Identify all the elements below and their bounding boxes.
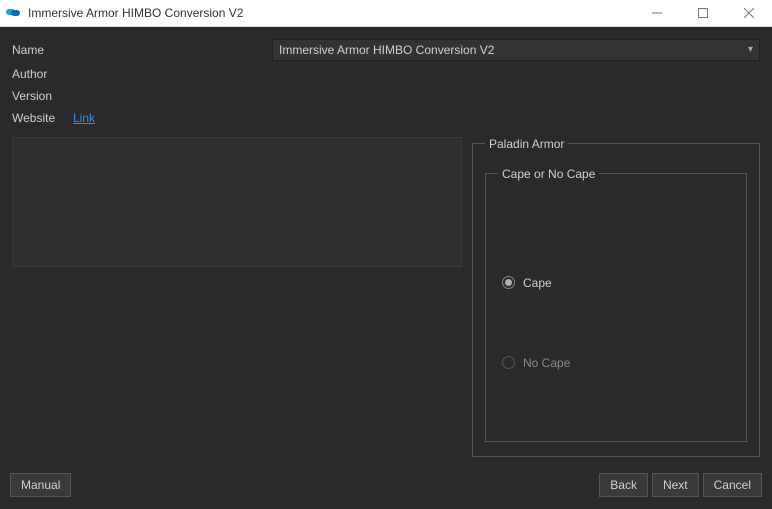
website-link[interactable]: Link — [73, 111, 95, 125]
back-button[interactable]: Back — [599, 473, 648, 497]
radio-label: No Cape — [523, 356, 570, 370]
website-label: Website — [12, 111, 67, 125]
name-label: Name — [12, 43, 67, 57]
name-dropdown-value: Immersive Armor HIMBO Conversion V2 — [279, 43, 494, 57]
app-icon — [0, 7, 28, 19]
radio-icon — [502, 276, 515, 289]
next-button[interactable]: Next — [652, 473, 699, 497]
content-area: Name Immersive Armor HIMBO Conversion V2… — [0, 27, 772, 469]
subgroup-title: Cape or No Cape — [498, 167, 599, 181]
group-title: Paladin Armor — [485, 137, 568, 151]
version-label: Version — [12, 89, 67, 103]
window-title: Immersive Armor HIMBO Conversion V2 — [28, 6, 634, 20]
subgroup-cape: Cape or No Cape Cape No Cape — [485, 167, 747, 442]
radio-option-no-cape[interactable]: No Cape — [502, 356, 570, 370]
footer: Manual Back Next Cancel — [0, 469, 772, 509]
chevron-down-icon: ▾ — [748, 44, 753, 55]
manual-button[interactable]: Manual — [10, 473, 71, 497]
titlebar: Immersive Armor HIMBO Conversion V2 — [0, 0, 772, 27]
author-label: Author — [12, 67, 67, 81]
cancel-button[interactable]: Cancel — [703, 473, 762, 497]
close-button[interactable] — [726, 0, 772, 26]
name-dropdown[interactable]: Immersive Armor HIMBO Conversion V2 ▾ — [272, 39, 760, 61]
radio-label: Cape — [523, 276, 552, 290]
description-box — [12, 137, 462, 267]
radio-icon — [502, 356, 515, 369]
radio-option-cape[interactable]: Cape — [502, 276, 552, 290]
maximize-button[interactable] — [680, 0, 726, 26]
minimize-button[interactable] — [634, 0, 680, 26]
group-paladin-armor: Paladin Armor Cape or No Cape Cape No Ca… — [472, 137, 760, 457]
